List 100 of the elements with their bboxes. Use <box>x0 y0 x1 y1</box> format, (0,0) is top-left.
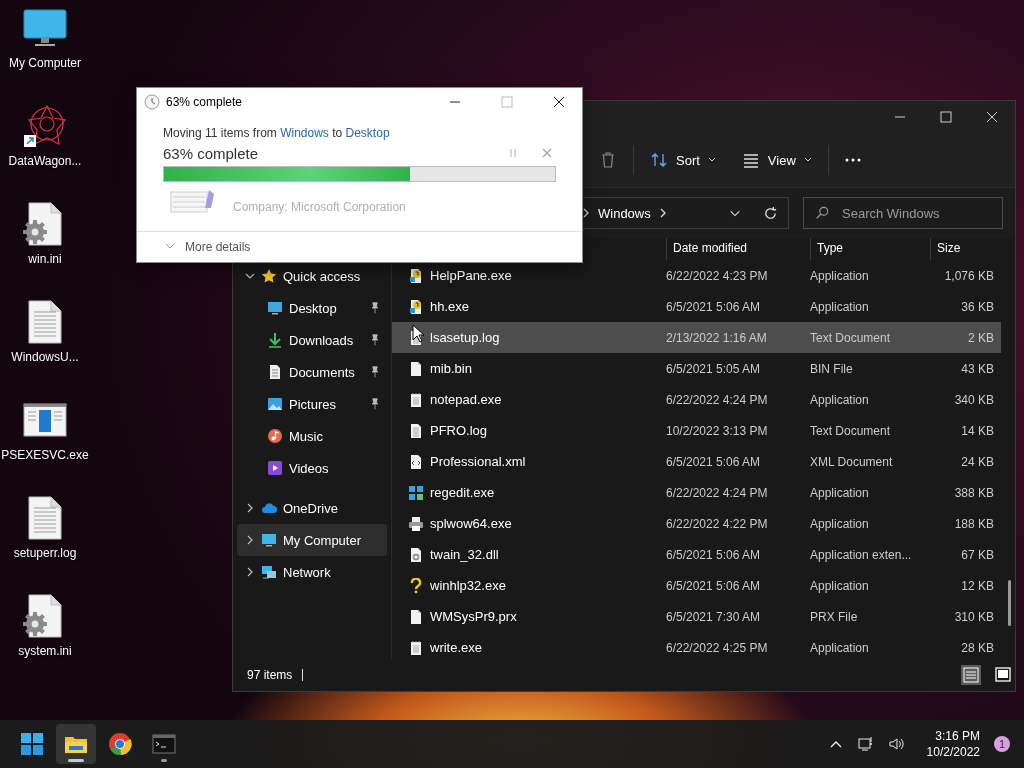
desktop-icon-label[interactable]: win.ini <box>28 252 62 266</box>
help-file-icon <box>408 298 424 315</box>
picture-icon <box>267 396 283 412</box>
file-row[interactable]: PFRO.log 10/2/2022 3:13 PM Text Document 14 KB <box>392 415 1001 446</box>
file-row[interactable]: regedit.exe 6/22/2022 4:24 PM Application 388 KB <box>392 477 1001 508</box>
size-cell-text: 43 KB <box>960 361 994 376</box>
desktop-icon <box>267 300 283 316</box>
column-header[interactable]: Type <box>810 238 930 260</box>
size-cell-text: 28 KB <box>960 640 994 655</box>
file-row[interactable]: winhlp32.exe 6/5/2021 5:06 AM Application 12 KB <box>392 570 1001 601</box>
clock-icon <box>144 94 160 110</box>
clock-date[interactable]: 10/2/2022 <box>926 744 980 760</box>
folder-link[interactable]: Windows <box>280 126 329 140</box>
trash-icon <box>599 151 617 169</box>
search-field[interactable]: Search Windows <box>803 197 1003 229</box>
file-row[interactable]: splwow64.exe 6/22/2022 4:22 PM Application 188 KB <box>392 508 1001 539</box>
desktop-icon-label[interactable]: WindowsU... <box>11 350 79 364</box>
column-header[interactable]: Size <box>930 238 1000 260</box>
clock-time[interactable]: 3:16 PM <box>935 728 980 744</box>
size-cell-text: 310 KB <box>953 609 994 624</box>
chevron-icon[interactable] <box>658 208 667 218</box>
view-button[interactable]: View <box>731 145 822 175</box>
mouse-pointer-icon <box>412 324 424 343</box>
type-cell-text: Text Document <box>810 330 892 345</box>
collapse-icon[interactable] <box>245 271 255 281</box>
lines-icon <box>741 151 760 169</box>
file-company: Company: Microsoft Corporation <box>233 200 406 214</box>
folder-link[interactable]: Desktop <box>345 126 390 140</box>
file-row[interactable]: notepad.exe 6/22/2022 4:24 PM Application 340 KB <box>392 384 1001 415</box>
more-details-button[interactable]: More details <box>163 238 253 256</box>
ellipsis-icon <box>844 158 861 162</box>
sort-button[interactable]: Sort <box>640 145 726 175</box>
type-cell-text: Application exten... <box>810 547 913 562</box>
desktop-icon-label[interactable]: DataWagon... <box>8 154 82 168</box>
date-cell-text: 6/22/2022 4:24 PM <box>666 485 769 500</box>
file-name: PFRO.log <box>430 423 488 438</box>
download-icon <box>267 332 283 348</box>
notepad-icon <box>408 639 424 656</box>
expand-icon[interactable] <box>245 535 255 545</box>
refresh-icon[interactable] <box>763 205 778 221</box>
file-row[interactable]: mib.bin 6/5/2021 5:05 AM BIN File 43 KB <box>392 353 1001 384</box>
size-cell-text: 67 KB <box>960 547 994 562</box>
file-row[interactable]: lsasetup.log 2/13/2022 1:16 AM Text Document 2 KB <box>392 322 1001 353</box>
printer-icon <box>408 515 424 532</box>
desktop-icon-label[interactable]: system.ini <box>18 644 72 658</box>
file-row[interactable]: WMSysPr9.prx 6/5/2021 7:30 AM PRX File 310 KB <box>392 601 1001 632</box>
date-cell-text: 6/5/2021 5:06 AM <box>666 454 762 469</box>
type-cell-text: Application <box>810 640 870 655</box>
close-icon <box>553 96 565 108</box>
file-row[interactable]: hh.exe 6/5/2021 5:06 AM Application 36 KB <box>392 291 1001 322</box>
code-file-icon <box>408 453 424 470</box>
preview-view-button[interactable] <box>993 665 1013 685</box>
notification-badge[interactable]: 1 <box>994 736 1010 752</box>
star-icon <box>261 268 277 284</box>
nav-item[interactable]: Network <box>237 556 387 588</box>
size-cell-text: 2 KB <box>967 330 994 345</box>
desktop-icon-label[interactable]: PSEXESVC.exe <box>1 448 89 462</box>
type-cell-text: Application <box>810 516 870 531</box>
file-row[interactable]: HelpPane.exe 6/22/2022 4:23 PM Application 1,076 KB <box>392 260 1001 291</box>
file-row[interactable]: write.exe 6/22/2022 4:25 PM Application 28 KB <box>392 632 1001 663</box>
nav-item[interactable]: Music <box>237 420 387 452</box>
file-name: twain_32.dll <box>430 547 499 562</box>
desktop-icon-label[interactable]: setuperr.log <box>13 546 77 560</box>
file-row[interactable]: Professional.xml 6/5/2021 5:06 AM XML Document 24 KB <box>392 446 1001 477</box>
size-cell-text: 188 KB <box>953 516 994 531</box>
type-cell-text: Application <box>810 578 870 593</box>
expand-icon[interactable] <box>245 503 255 513</box>
maximize-icon <box>501 96 513 108</box>
list-icon <box>963 667 979 683</box>
expand-icon[interactable] <box>245 567 255 577</box>
size-cell-text: 14 KB <box>960 423 994 438</box>
desktop-icon-label[interactable]: My Computer <box>9 56 81 70</box>
breadcrumb[interactable]: Windows <box>598 205 651 221</box>
nav-item[interactable]: Desktop <box>237 292 387 324</box>
scrollbar-thumb[interactable] <box>1008 580 1011 626</box>
nav-item[interactable]: Quick access <box>237 260 387 292</box>
nav-item[interactable]: Pictures <box>237 388 387 420</box>
browser-icon <box>108 732 132 756</box>
close-icon <box>986 111 998 123</box>
nav-item[interactable]: OneDrive <box>237 492 387 524</box>
size-cell-text: 36 KB <box>960 299 994 314</box>
nav-item[interactable]: Downloads <box>237 324 387 356</box>
notepad-icon <box>408 391 424 408</box>
details-view-button[interactable] <box>961 665 981 685</box>
date-cell-text: 6/5/2021 5:06 AM <box>666 299 762 314</box>
date-cell-text: 6/22/2022 4:25 PM <box>666 640 769 655</box>
date-cell-text: 6/5/2021 7:30 AM <box>666 609 762 624</box>
nav-item[interactable]: My Computer <box>237 524 387 556</box>
close-icon <box>542 147 552 158</box>
file-row[interactable]: twain_32.dll 6/5/2021 5:06 AM Application exten... 67 KB <box>392 539 1001 570</box>
windows-logo-icon <box>20 732 44 756</box>
nav-item[interactable]: Documents <box>237 356 387 388</box>
nav-item[interactable]: Videos <box>237 452 387 484</box>
item-count: 97 items <box>247 668 293 682</box>
size-cell-text: 340 KB <box>953 392 994 407</box>
file-name: splwow64.exe <box>430 516 512 531</box>
file-name: Professional.xml <box>430 454 526 469</box>
maximize-icon <box>940 111 952 123</box>
column-header[interactable]: Date modified <box>666 238 810 260</box>
folder-app-button[interactable] <box>56 724 96 764</box>
